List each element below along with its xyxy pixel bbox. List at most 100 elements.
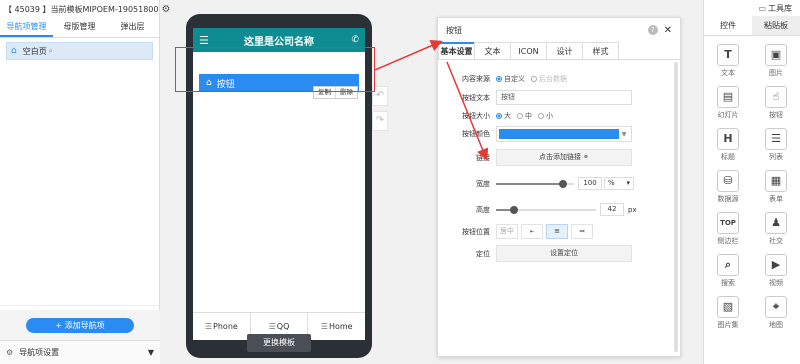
tool-video[interactable]: ▶ 视频 — [752, 250, 800, 292]
nav-settings-bar[interactable]: ⚙ 导航项设置 ▼ — [0, 340, 160, 364]
close-icon[interactable]: ✕ — [664, 25, 672, 36]
tool-label: 表单 — [769, 195, 783, 203]
tool-heading[interactable]: H 标题 — [704, 124, 752, 166]
tool-slideshow[interactable]: ▤ 幻灯片 — [704, 82, 752, 124]
tab-nav-management[interactable]: 导航项管理 — [0, 18, 53, 37]
add-link-label: 点击添加链接 — [538, 153, 581, 161]
button-color-row: 按钮颜色 ▼ — [438, 126, 668, 142]
tool-label: 按钮 — [769, 111, 783, 119]
left-panel: 【 45039 】当前模板MIPOEM-19051800 ⚙ 导航项管理 母版管… — [0, 0, 170, 364]
add-nav-button[interactable]: + 添加导航项 — [26, 317, 134, 333]
video-icon: ▶ — [765, 254, 787, 276]
map-icon: ⌖ — [765, 296, 787, 318]
tab-icon[interactable]: ICON — [510, 42, 547, 59]
position-center-text[interactable]: 居中 — [496, 224, 518, 239]
menu-lines-icon: ☰ — [268, 322, 276, 331]
radio-backend-data[interactable]: 后台数据 — [531, 74, 567, 84]
radio-size-small[interactable]: 小 — [538, 111, 553, 121]
settings-icon: ⚙ — [6, 348, 14, 357]
search-icon[interactable]: ⌕ — [49, 47, 53, 56]
button-text-row: 按钮文本 按钮 — [438, 90, 668, 105]
caret-down-icon[interactable]: ▼ — [148, 348, 154, 357]
tab-style[interactable]: 样式 — [582, 42, 619, 59]
tool-social[interactable]: ♟ 社交 — [752, 208, 800, 250]
tool-sidebar[interactable]: TOP 侧边栏 — [704, 208, 752, 250]
tool-label: 标题 — [721, 153, 735, 161]
add-link-button[interactable]: 点击添加链接 ⚭ — [496, 149, 632, 166]
set-position-button[interactable]: 设置定位 — [496, 245, 632, 262]
tool-label: 数据源 — [717, 195, 739, 203]
content-source-row: 内容来源 自定义 后台数据 — [438, 74, 668, 84]
button-position-row: 按钮位置 居中 ⫦ ≡ ⫤ — [438, 224, 668, 239]
tool-label: 地图 — [769, 321, 783, 329]
tool-label: 搜索 — [721, 279, 735, 287]
width-value[interactable]: 100 — [578, 177, 602, 190]
dialog-scrollbar[interactable] — [674, 62, 678, 352]
nav-settings-label: 导航项设置 — [19, 348, 60, 357]
align-center-icon[interactable]: ≡ — [546, 224, 568, 239]
radio-custom[interactable]: 自定义 — [496, 74, 525, 84]
social-icon: ♟ — [765, 212, 787, 234]
tool-label: 文本 — [721, 69, 735, 77]
tab-master-management[interactable]: 母版管理 — [53, 18, 106, 37]
tool-image[interactable]: ▣ 图片 — [752, 40, 800, 82]
tool-database[interactable]: ⛁ 数据源 — [704, 166, 752, 208]
dialog-tabs: 基本设置 文本 ICON 设计 样式 — [438, 42, 680, 60]
color-picker[interactable]: ▼ — [496, 126, 632, 142]
tool-text[interactable]: T 文本 — [704, 40, 752, 82]
footer-item-phone[interactable]: ☰Phone — [193, 313, 250, 340]
tool-form[interactable]: ▦ 表单 — [752, 166, 800, 208]
tool-gallery[interactable]: ▧ 图片集 — [704, 292, 752, 334]
tool-map[interactable]: ⌖ 地图 — [752, 292, 800, 334]
selection-highlight — [175, 47, 375, 92]
help-icon[interactable]: ? — [647, 25, 658, 35]
tool-label: 侧边栏 — [717, 237, 739, 245]
button-text-input[interactable]: 按钮 — [496, 90, 632, 105]
align-right-icon[interactable]: ⫤ — [571, 224, 593, 239]
dialog-title: 按钮 — [446, 25, 462, 35]
tool-label: 图片 — [769, 69, 783, 77]
tab-design[interactable]: 设计 — [546, 42, 583, 59]
add-nav-area: + 添加导航项 — [0, 310, 160, 340]
width-row: 宽度 100 % ▾ — [438, 177, 668, 190]
menu-lines-icon: ☰ — [320, 322, 328, 331]
tool-list[interactable]: ☰ 列表 — [752, 124, 800, 166]
color-swatch — [499, 129, 619, 139]
tab-popup-layer[interactable]: 弹出层 — [106, 18, 159, 37]
width-label: 宽度 — [476, 179, 490, 188]
width-slider[interactable] — [496, 179, 574, 189]
tab-text[interactable]: 文本 — [474, 42, 511, 59]
gallery-icon: ▧ — [717, 296, 739, 318]
width-unit-select[interactable]: % ▾ — [604, 177, 634, 190]
toolbox-grid: T 文本 ▣ 图片 ▤ 幻灯片 ☝ 按钮 H 标题 ☰ 列表 ⛁ 数据源 ▦ 表单 TOP 侧边栏 ♟ 社交 ⌕ 搜索 ▶ 视… — [704, 36, 800, 334]
slider-handle[interactable] — [510, 205, 518, 214]
tab-basic-settings[interactable]: 基本设置 — [438, 42, 475, 59]
nav-item-blank-page[interactable]: ⌂ 空白页 ⌕ — [6, 42, 153, 60]
button-text-label: 按钮文本 — [462, 93, 490, 102]
tab-controls[interactable]: 控件 — [704, 16, 752, 35]
template-title: 【 45039 】当前模板MIPOEM-19051800 — [4, 4, 159, 14]
redo-icon[interactable]: ↷ — [372, 111, 388, 131]
property-dialog: 按钮 ? ✕ 基本设置 文本 ICON 设计 样式 内容来源 自定义 后台数据 … — [437, 17, 681, 357]
phone-icon[interactable]: ✆ — [351, 35, 359, 45]
height-slider[interactable] — [496, 205, 596, 215]
height-value[interactable]: 42 — [600, 203, 624, 216]
align-left-icon[interactable]: ⫦ — [521, 224, 543, 239]
dialog-header: 按钮 ? ✕ — [438, 18, 680, 42]
tool-button[interactable]: ☝ 按钮 — [752, 82, 800, 124]
footer-item-label: Home — [328, 322, 353, 331]
template-info: 【 45039 】当前模板MIPOEM-19051800 ⚙ — [0, 0, 170, 18]
home-icon: ⌂ — [11, 46, 17, 56]
caret-down-icon: ▼ — [621, 130, 627, 138]
footer-item-home[interactable]: ☰Home — [307, 313, 365, 340]
tool-search[interactable]: ⌕ 搜索 — [704, 250, 752, 292]
switch-template-button[interactable]: 更换模板 — [247, 334, 311, 352]
button-icon: ☝ — [765, 86, 787, 108]
gear-icon[interactable]: ⚙ — [161, 4, 170, 15]
button-size-label: 按钮大小 — [462, 112, 490, 120]
radio-size-large[interactable]: 大 — [496, 111, 511, 121]
radio-size-medium[interactable]: 中 — [517, 111, 532, 121]
tab-clipboard[interactable]: 粘贴板 — [752, 16, 800, 35]
tool-label: 图片集 — [717, 321, 739, 329]
slider-handle[interactable] — [559, 179, 567, 188]
